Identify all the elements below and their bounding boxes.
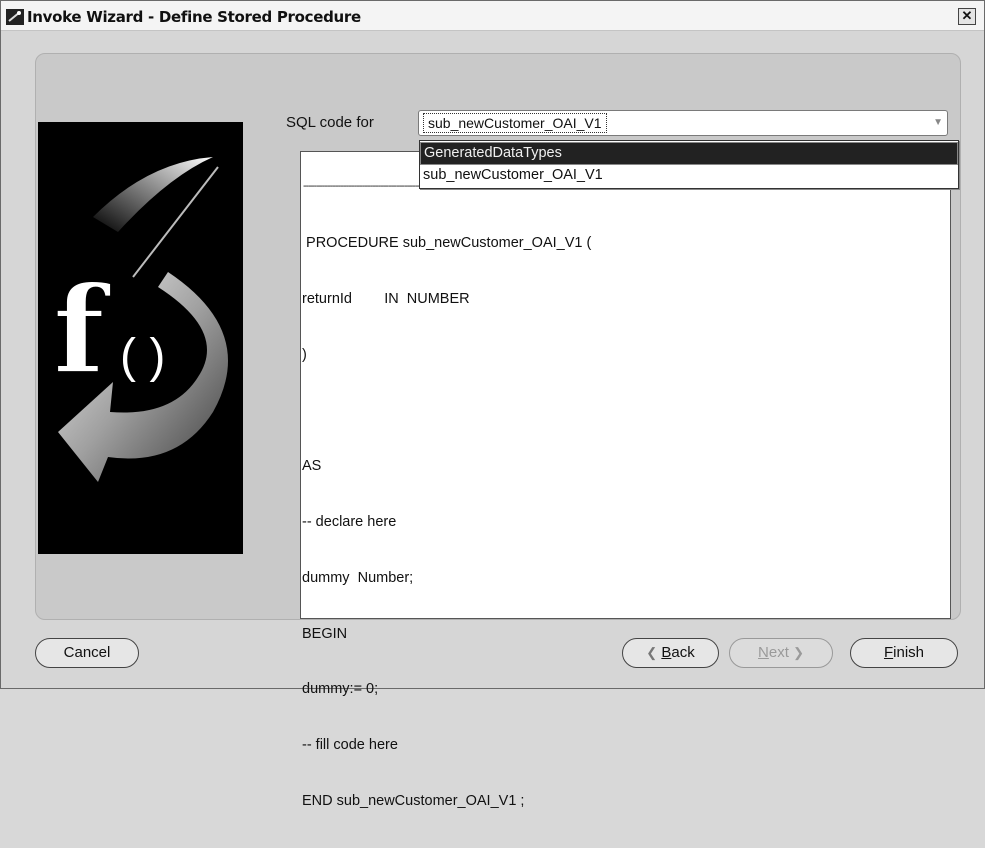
finish-button[interactable]: Finish: [850, 638, 958, 668]
next-label: ext: [768, 644, 789, 661]
code-line: -- declare here: [302, 514, 397, 531]
sql-code-text: PROCEDURE sub_newCustomer_OAI_V1 ( retur…: [302, 197, 591, 848]
code-line: dummy:= 0;: [302, 681, 379, 698]
chevron-left-icon: ❮: [646, 645, 658, 660]
code-line: PROCEDURE sub_newCustomer_OAI_V1 (: [302, 235, 592, 252]
code-line: ): [302, 346, 307, 363]
finish-label: inish: [893, 644, 925, 661]
sql-code-editor[interactable]: ----------------------------------------…: [300, 151, 951, 809]
procedure-select[interactable]: sub_newCustomer_OAI_V1 ▼: [418, 110, 948, 136]
code-line: AS: [302, 458, 322, 475]
back-button[interactable]: ❮ Back: [622, 638, 719, 668]
cancel-button-label: Cancel: [63, 644, 111, 661]
wizard-icon: [6, 9, 24, 25]
code-line: -- fill code here: [302, 737, 398, 754]
svg-text:f: f: [53, 260, 112, 401]
chevron-down-icon[interactable]: ▼: [933, 117, 943, 128]
cancel-button[interactable]: Cancel: [35, 638, 139, 668]
dropdown-option-sub-new-customer[interactable]: sub_newCustomer_OAI_V1: [420, 165, 958, 188]
back-mnemonic: B: [661, 644, 672, 661]
close-icon: ✕: [961, 8, 973, 23]
sql-code-for-label: SQL code for: [286, 114, 374, 131]
svg-text:( ): ( ): [120, 330, 165, 383]
chevron-right-icon: ❯: [793, 645, 804, 660]
code-line: ​: [302, 402, 591, 421]
close-button[interactable]: ✕: [958, 8, 976, 25]
code-line: returnId IN NUMBER: [302, 290, 470, 307]
next-button[interactable]: Next ❯: [729, 638, 833, 668]
code-line: BEGIN: [302, 625, 348, 642]
code-line: END sub_newCustomer_OAI_V1 ;: [302, 793, 525, 809]
wizard-window: Invoke Wizard - Define Stored Procedure …: [0, 0, 985, 809]
procedure-dropdown-list: GeneratedDataTypes sub_newCustomer_OAI_V…: [419, 140, 959, 189]
back-label: ack: [671, 644, 695, 661]
function-banner-icon: f ( ): [38, 122, 243, 554]
finish-mnemonic: F: [883, 644, 894, 661]
window-title: Invoke Wizard - Define Stored Procedure: [27, 8, 361, 26]
dropdown-option-generated-data-types[interactable]: GeneratedDataTypes: [420, 142, 958, 165]
next-mnemonic: N: [758, 644, 769, 661]
title-bar: Invoke Wizard - Define Stored Procedure …: [1, 1, 984, 31]
procedure-select-value: sub_newCustomer_OAI_V1: [423, 113, 607, 133]
code-separator: ----------------------------------------…: [303, 180, 421, 192]
code-line: dummy Number;: [302, 569, 414, 586]
